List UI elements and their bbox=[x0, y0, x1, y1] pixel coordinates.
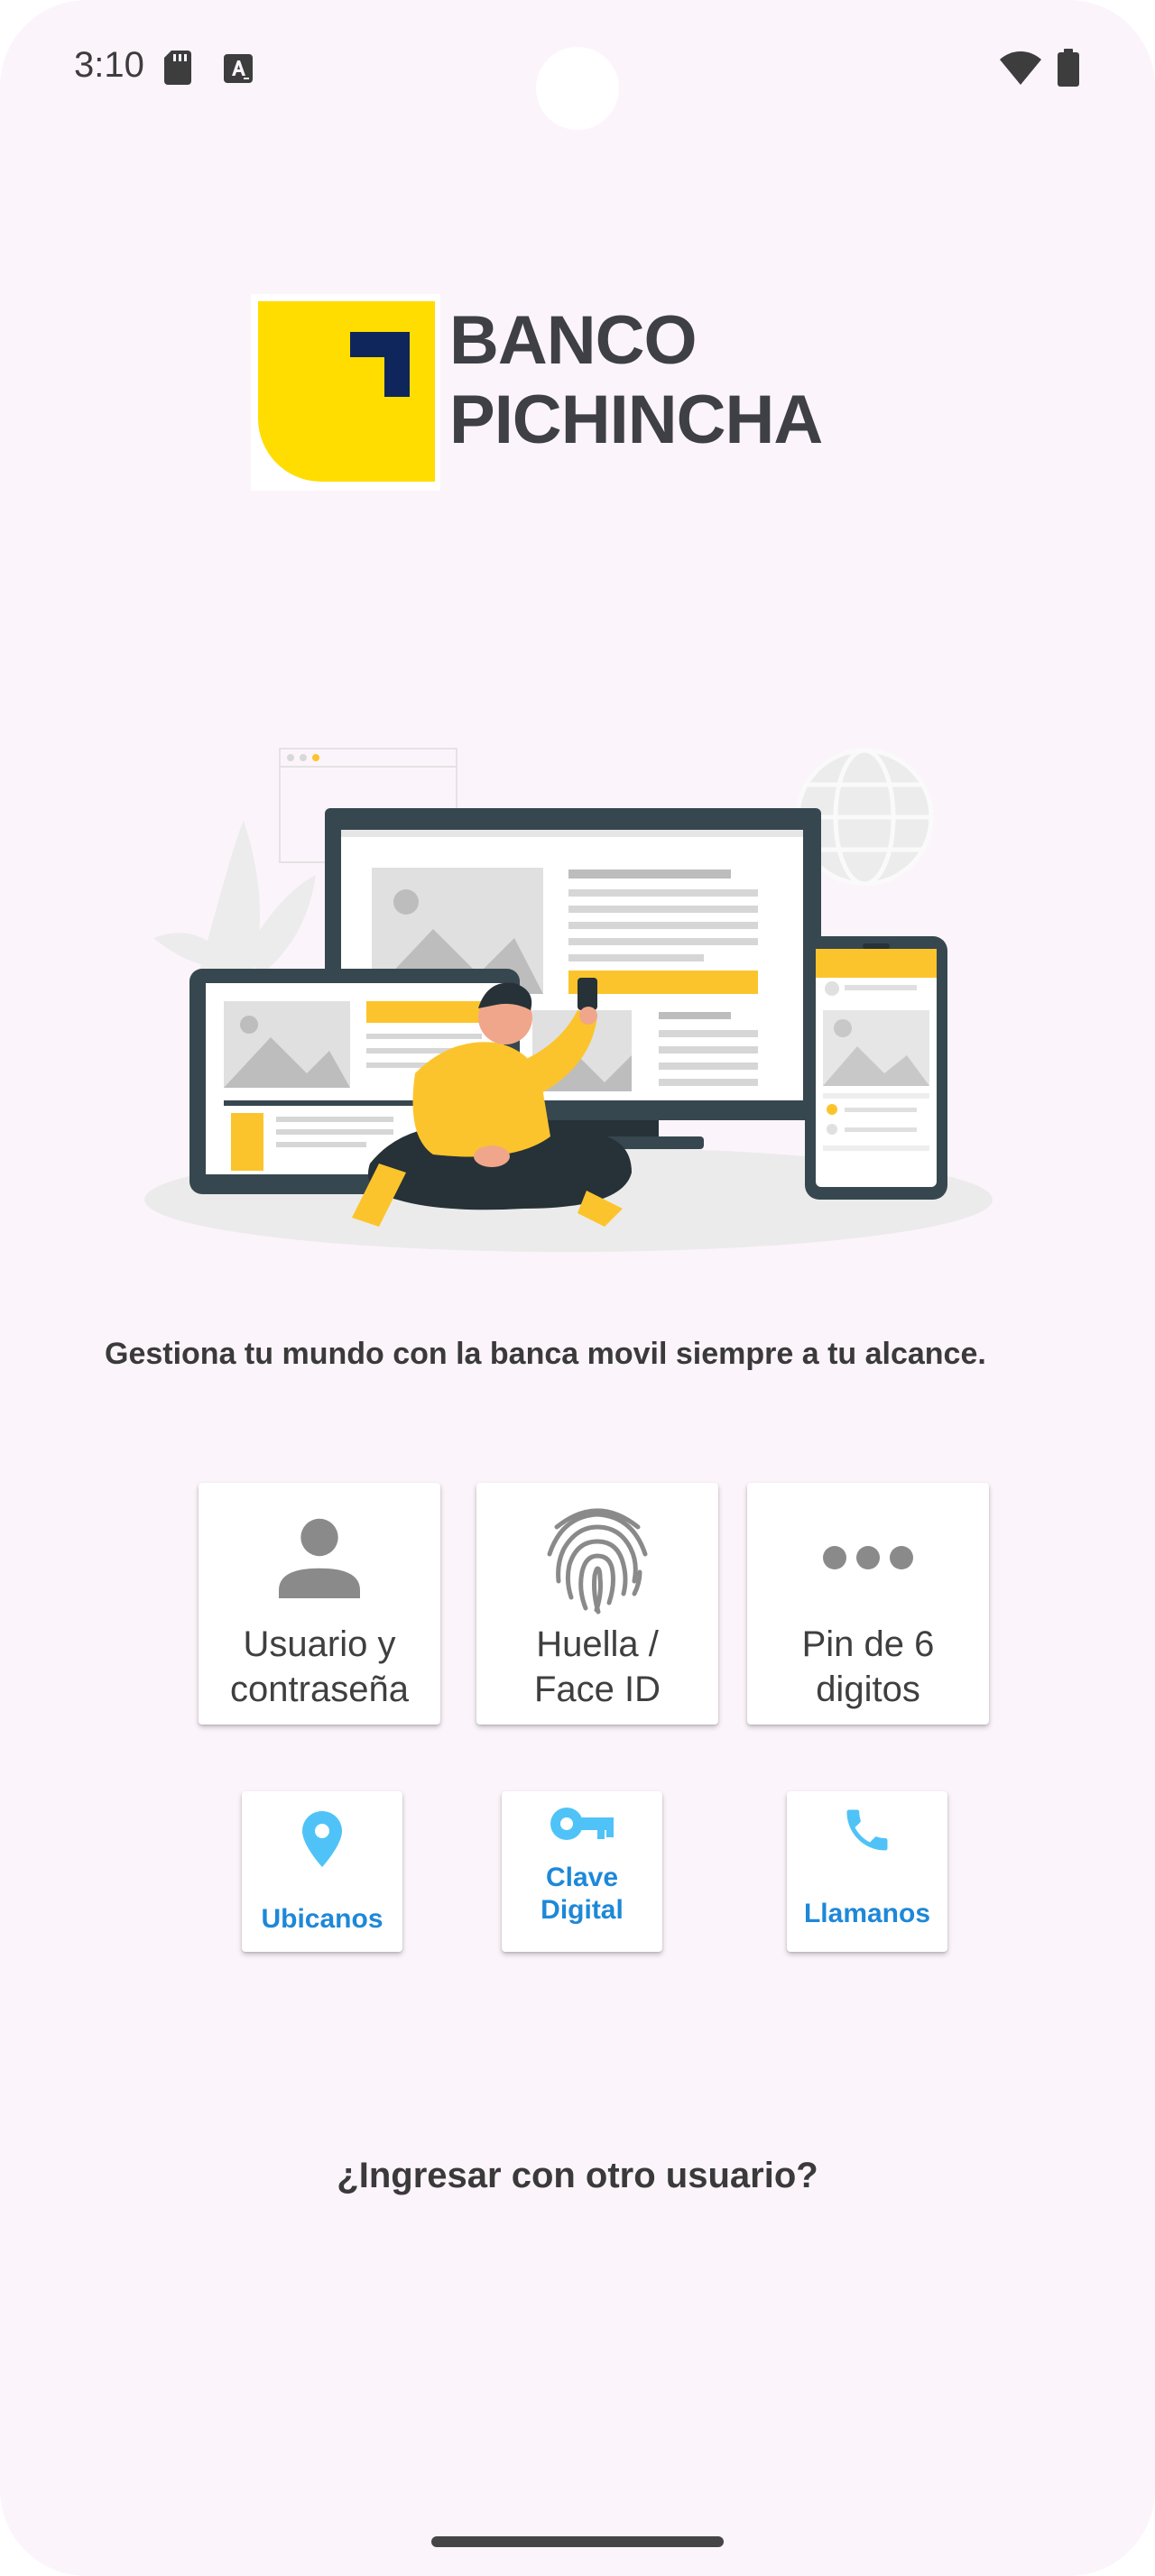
status-time: 3:10 bbox=[74, 45, 144, 85]
status-bar: 3:10 bbox=[0, 0, 1155, 135]
call-button[interactable]: Llamanos bbox=[787, 1791, 947, 1952]
login-option-label: Pin de 6 digitos bbox=[801, 1624, 935, 1709]
app-screen: 3:10 BANCO PICHINCHA Gestiona tu mundo c… bbox=[0, 0, 1155, 2576]
text-input-icon bbox=[224, 54, 253, 87]
logo-line-2: PICHINCHA bbox=[449, 382, 823, 458]
logo-mark bbox=[251, 294, 440, 491]
fingerprint-icon bbox=[544, 1500, 651, 1620]
camera-cutout bbox=[536, 47, 619, 130]
hero-illustration bbox=[135, 740, 1002, 1263]
login-option-label: Usuario y contraseña bbox=[230, 1624, 409, 1709]
digital-key-button[interactable]: Clave Digital bbox=[502, 1791, 662, 1952]
login-pin-button[interactable]: Pin de 6 digitos bbox=[747, 1483, 989, 1725]
battery-icon bbox=[1058, 49, 1079, 91]
more-horiz-icon bbox=[821, 1544, 915, 1576]
login-biometric-button[interactable]: Huella / Face ID bbox=[476, 1483, 718, 1725]
quick-action-label: Clave Digital bbox=[541, 1863, 624, 1925]
login-user-password-button[interactable]: Usuario y contraseña bbox=[199, 1483, 440, 1725]
quick-action-label: Ubicanos bbox=[261, 1904, 383, 1934]
logo-wordmark: BANCO PICHINCHA bbox=[449, 301, 823, 460]
logo-line-1: BANCO bbox=[449, 302, 698, 379]
other-user-link[interactable]: ¿Ingresar con otro usuario? bbox=[0, 2156, 1155, 2196]
location-button[interactable]: Ubicanos bbox=[242, 1791, 402, 1952]
tagline: Gestiona tu mundo con la banca movil sie… bbox=[105, 1337, 986, 1371]
location-pin-icon bbox=[302, 1810, 342, 1872]
phone-icon bbox=[840, 1803, 894, 1862]
sd-card-icon bbox=[164, 51, 191, 89]
quick-action-label: Llamanos bbox=[803, 1899, 931, 1928]
bank-logo: BANCO PICHINCHA bbox=[251, 294, 823, 492]
wifi-icon bbox=[1000, 51, 1041, 89]
login-option-label: Huella / Face ID bbox=[533, 1624, 661, 1709]
key-icon bbox=[550, 1806, 614, 1846]
home-indicator[interactable] bbox=[431, 2536, 724, 2547]
person-icon bbox=[271, 1509, 368, 1611]
